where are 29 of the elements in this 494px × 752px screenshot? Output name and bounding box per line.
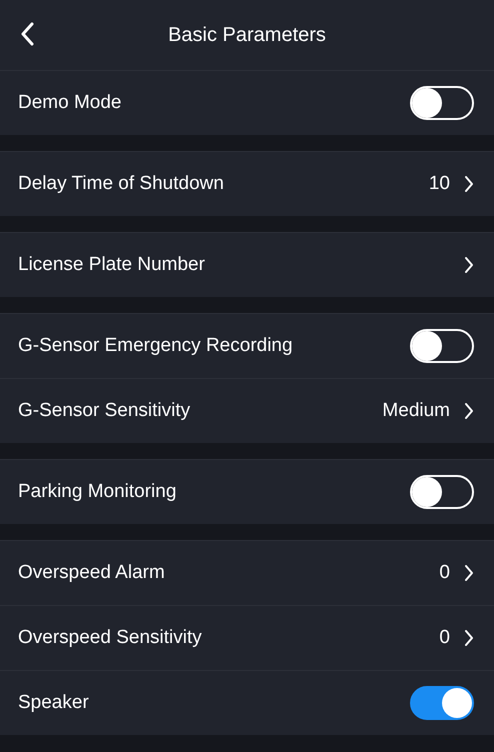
- setting-value: 0: [439, 562, 450, 584]
- settings-row[interactable]: Overspeed Alarm 0: [0, 540, 494, 605]
- settings-row[interactable]: Delay Time of Shutdown 10: [0, 151, 494, 216]
- setting-label: Parking Monitoring: [18, 481, 176, 503]
- settings-row[interactable]: License Plate Number: [0, 232, 494, 297]
- page-title: Basic Parameters: [168, 24, 326, 46]
- setting-label: Delay Time of Shutdown: [18, 173, 224, 195]
- setting-label: Demo Mode: [18, 92, 122, 114]
- chevron-right-icon: [464, 175, 474, 193]
- chevron-right-icon: [464, 256, 474, 274]
- chevron-right-icon: [464, 402, 474, 420]
- chevron-right-icon: [464, 629, 474, 647]
- setting-label: G-Sensor Emergency Recording: [18, 335, 293, 357]
- settings-row[interactable]: G-Sensor Emergency Recording: [0, 313, 494, 378]
- setting-value: 0: [439, 627, 450, 649]
- setting-label: G-Sensor Sensitivity: [18, 400, 190, 422]
- settings-row[interactable]: Demo Mode: [0, 70, 494, 135]
- toggle-switch[interactable]: [410, 686, 474, 720]
- setting-label: Overspeed Sensitivity: [18, 627, 202, 649]
- chevron-right-icon: [464, 564, 474, 582]
- settings-row[interactable]: Overspeed Sensitivity 0: [0, 605, 494, 670]
- setting-label: License Plate Number: [18, 254, 205, 276]
- settings-row[interactable]: Speaker: [0, 670, 494, 735]
- setting-label: Overspeed Alarm: [18, 562, 165, 584]
- setting-value: Medium: [382, 400, 450, 422]
- settings-row[interactable]: Parking Monitoring: [0, 459, 494, 524]
- setting-label: Speaker: [18, 692, 89, 714]
- setting-value: 10: [428, 173, 450, 195]
- settings-row[interactable]: G-Sensor Sensitivity Medium: [0, 378, 494, 443]
